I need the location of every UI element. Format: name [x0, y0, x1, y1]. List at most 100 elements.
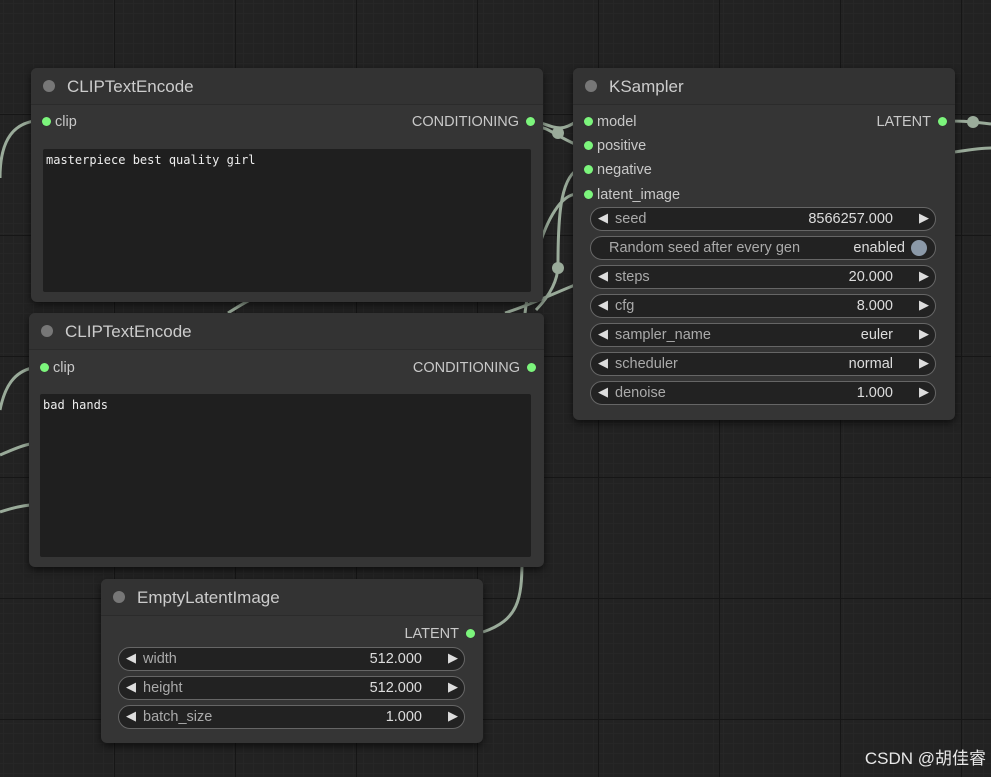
decrement-arrow-icon[interactable]: ◀	[126, 708, 136, 724]
widget-label: sampler_name	[615, 327, 711, 343]
width-widget[interactable]: ◀ width 512.000 ▶	[118, 647, 465, 671]
output-slot-dot-icon[interactable]	[938, 117, 947, 126]
reroute-dot-1	[552, 127, 564, 139]
toggle-knob-icon[interactable]	[911, 240, 927, 256]
input-slot-label: clip	[55, 114, 77, 130]
node-header[interactable]: CLIPTextEncode	[29, 313, 544, 350]
widget-label: width	[143, 651, 177, 667]
scheduler-widget[interactable]: ◀ scheduler normal ▶	[590, 352, 936, 376]
input-slot-dot-icon[interactable]	[584, 190, 593, 199]
output-slot-label: LATENT	[876, 114, 931, 130]
increment-arrow-icon[interactable]: ▶	[448, 708, 458, 724]
reroute-dot-2	[552, 262, 564, 274]
output-slot-latent[interactable]: LATENT	[404, 625, 475, 643]
sampler-name-widget[interactable]: ◀ sampler_name euler ▶	[590, 323, 936, 347]
output-slot-label: CONDITIONING	[411, 114, 519, 130]
output-slot-label: CONDITIONING	[412, 360, 520, 376]
widget-value[interactable]: 20.000	[849, 269, 893, 285]
decrement-arrow-icon[interactable]: ◀	[598, 268, 608, 284]
output-slot-dot-icon[interactable]	[527, 363, 536, 372]
widget-value[interactable]: 512.000	[370, 680, 422, 696]
increment-arrow-icon[interactable]: ▶	[448, 679, 458, 695]
node-header[interactable]: CLIPTextEncode	[31, 68, 543, 105]
link-clip-to-positive	[0, 119, 35, 179]
widget-value[interactable]: euler	[861, 327, 893, 343]
link-clip-to-negative	[0, 366, 33, 411]
prompt-textarea[interactable]: bad hands	[40, 394, 531, 557]
widget-value[interactable]: 8566257.000	[808, 211, 893, 227]
steps-widget[interactable]: ◀ steps 20.000 ▶	[590, 265, 936, 289]
link-right-wire	[954, 146, 991, 154]
increment-arrow-icon[interactable]: ▶	[919, 326, 929, 342]
output-slot-dot-icon[interactable]	[526, 117, 535, 126]
widget-label: denoise	[615, 385, 666, 401]
input-slot-dot-icon[interactable]	[584, 141, 593, 150]
increment-arrow-icon[interactable]: ▶	[919, 384, 929, 400]
widget-value[interactable]: 8.000	[857, 298, 893, 314]
input-slot-label: negative	[597, 162, 652, 178]
cfg-widget[interactable]: ◀ cfg 8.000 ▶	[590, 294, 936, 318]
collapse-dot-icon[interactable]	[585, 80, 597, 92]
input-slot-negative[interactable]: negative	[584, 161, 652, 179]
output-slot-label: LATENT	[404, 626, 459, 642]
node-header[interactable]: EmptyLatentImage	[101, 579, 483, 616]
decrement-arrow-icon[interactable]: ◀	[126, 679, 136, 695]
input-slot-latent-image[interactable]: latent_image	[584, 186, 681, 204]
decrement-arrow-icon[interactable]: ◀	[598, 326, 608, 342]
input-slot-dot-icon[interactable]	[42, 117, 51, 126]
widget-value[interactable]: 512.000	[370, 651, 422, 667]
node-title: KSampler	[609, 77, 684, 96]
empty-latent-image-node[interactable]: EmptyLatentImage LATENT ◀ width 512.000 …	[101, 579, 483, 743]
widget-value[interactable]: normal	[849, 356, 893, 372]
increment-arrow-icon[interactable]: ▶	[919, 297, 929, 313]
widget-label: batch_size	[143, 709, 213, 725]
link-left-wire-2	[0, 503, 31, 514]
input-slot-label: latent_image	[597, 187, 681, 203]
decrement-arrow-icon[interactable]: ◀	[598, 384, 608, 400]
random-seed-toggle[interactable]: Random seed after every gen enabled	[590, 236, 936, 260]
collapse-dot-icon[interactable]	[113, 591, 125, 603]
node-header[interactable]: KSampler	[573, 68, 955, 105]
node-title: CLIPTextEncode	[67, 77, 194, 96]
denoise-widget[interactable]: ◀ denoise 1.000 ▶	[590, 381, 936, 405]
input-slot-positive[interactable]: positive	[584, 137, 647, 155]
input-slot-clip[interactable]: clip	[40, 359, 75, 377]
input-slot-dot-icon[interactable]	[584, 117, 593, 126]
decrement-arrow-icon[interactable]: ◀	[598, 210, 608, 226]
clip-text-encode-positive-node[interactable]: CLIPTextEncode clip CONDITIONING masterp…	[31, 68, 543, 302]
output-slot-latent[interactable]: LATENT	[876, 113, 947, 131]
widget-label: Random seed after every gen	[609, 240, 801, 256]
widget-label: seed	[615, 211, 647, 227]
clip-text-encode-negative-node[interactable]: CLIPTextEncode clip CONDITIONING bad han…	[29, 313, 544, 567]
increment-arrow-icon[interactable]: ▶	[448, 650, 458, 666]
increment-arrow-icon[interactable]: ▶	[919, 355, 929, 371]
output-slot-dot-icon[interactable]	[466, 629, 475, 638]
batch-size-widget[interactable]: ◀ batch_size 1.000 ▶	[118, 705, 465, 729]
widget-label: scheduler	[615, 356, 678, 372]
ksampler-node[interactable]: KSampler model positive negative latent_…	[573, 68, 955, 420]
widget-value[interactable]: 1.000	[857, 385, 893, 401]
increment-arrow-icon[interactable]: ▶	[919, 210, 929, 226]
input-slot-clip[interactable]: clip	[42, 113, 77, 131]
decrement-arrow-icon[interactable]: ◀	[598, 355, 608, 371]
height-widget[interactable]: ◀ height 512.000 ▶	[118, 676, 465, 700]
collapse-dot-icon[interactable]	[41, 325, 53, 337]
input-slot-label: model	[597, 114, 637, 130]
widget-value[interactable]: 1.000	[386, 709, 422, 725]
decrement-arrow-icon[interactable]: ◀	[126, 650, 136, 666]
input-slot-label: positive	[597, 138, 647, 154]
toggle-value: enabled	[853, 240, 905, 256]
seed-widget[interactable]: ◀ seed 8566257.000 ▶	[590, 207, 936, 231]
widget-label: height	[143, 680, 183, 696]
collapse-dot-icon[interactable]	[43, 80, 55, 92]
widget-label: steps	[615, 269, 650, 285]
input-slot-dot-icon[interactable]	[584, 165, 593, 174]
output-slot-conditioning[interactable]: CONDITIONING	[411, 113, 535, 131]
input-slot-dot-icon[interactable]	[40, 363, 49, 372]
decrement-arrow-icon[interactable]: ◀	[598, 297, 608, 313]
prompt-textarea[interactable]: masterpiece best quality girl	[43, 149, 531, 292]
node-title: CLIPTextEncode	[65, 322, 192, 341]
input-slot-model[interactable]: model	[584, 113, 637, 131]
increment-arrow-icon[interactable]: ▶	[919, 268, 929, 284]
output-slot-conditioning[interactable]: CONDITIONING	[412, 359, 536, 377]
